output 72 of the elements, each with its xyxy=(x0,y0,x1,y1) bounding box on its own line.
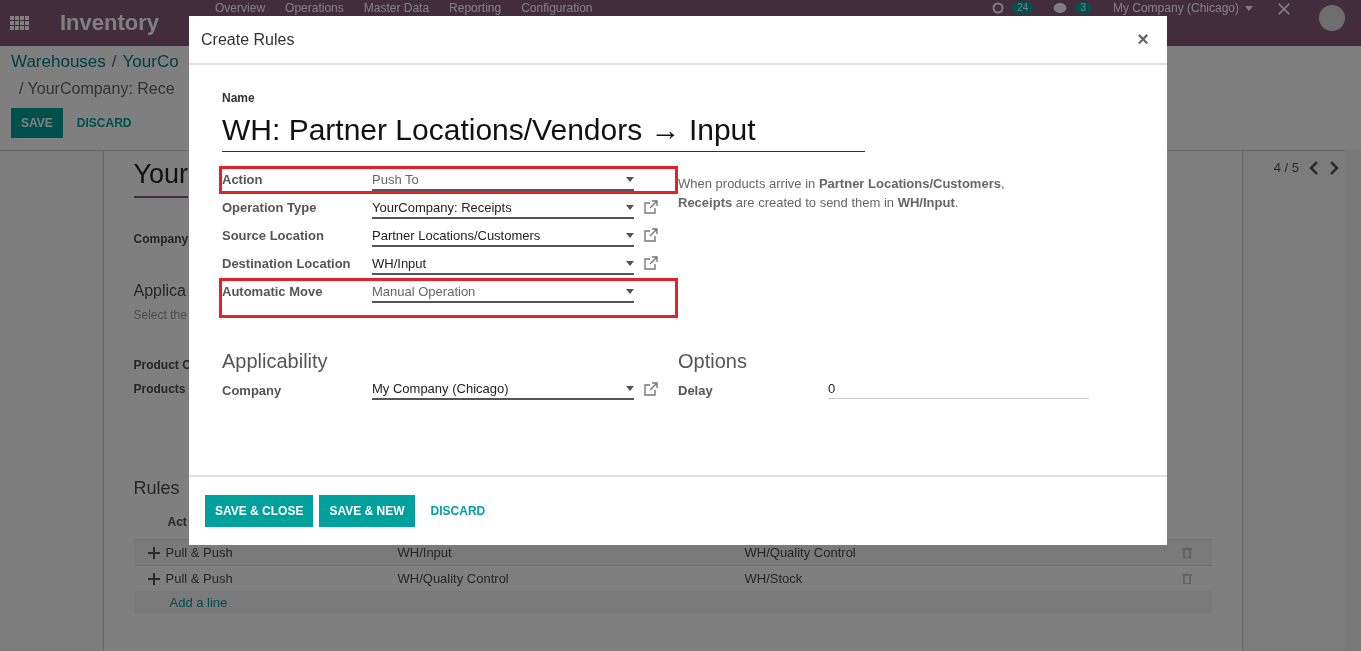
relation-field[interactable]: YourCompany: Receipts xyxy=(372,200,634,219)
breadcrumb-separator: / xyxy=(111,52,117,72)
scrollbar[interactable] xyxy=(1345,150,1361,651)
activity-count: 24 xyxy=(1012,2,1034,14)
table-cell-text: WH/Stock xyxy=(744,571,804,586)
activity-icon[interactable] xyxy=(992,2,1005,14)
dialog-title: Create Rules xyxy=(201,30,295,49)
close-button[interactable]: × xyxy=(1131,27,1155,52)
field-label: Source Location xyxy=(222,228,324,243)
field-label: Destination Location xyxy=(222,256,351,271)
field-label: Delay xyxy=(678,382,713,398)
menu-item[interactable]: Operations xyxy=(285,2,344,15)
primary-button[interactable]: SAVE & NEW xyxy=(319,495,415,527)
external-link-icon[interactable] xyxy=(644,381,658,396)
section-title: Options xyxy=(678,350,747,373)
field-label: Operation Type xyxy=(222,200,317,215)
breadcrumb-current: / YourCompany: Rece xyxy=(19,80,175,98)
apps-menu-icon[interactable] xyxy=(10,15,30,31)
section-title: Applicability xyxy=(222,350,328,373)
app-name: Inventory xyxy=(60,10,160,36)
section-title: Rules xyxy=(133,478,180,499)
user-avatar[interactable] xyxy=(1319,5,1345,31)
delay-field[interactable]: 0 xyxy=(828,381,1089,399)
caret-icon xyxy=(626,386,634,391)
table-cell: Pull & Push xyxy=(165,545,233,560)
tools-icon[interactable] xyxy=(1277,2,1291,16)
add-line-link[interactable]: Add a line xyxy=(133,591,1212,614)
breadcrumb-link[interactable]: Warehouses xyxy=(11,52,106,72)
field-label: Company xyxy=(222,383,282,398)
field-label: Name xyxy=(222,91,255,105)
field-label: Company xyxy=(133,232,189,246)
primary-button[interactable]: SAVE & CLOSE xyxy=(205,495,314,527)
field-label: Products xyxy=(133,382,186,396)
company-switcher[interactable]: My Company (Chicago) xyxy=(1112,2,1253,15)
table-cell-text: WH/Input xyxy=(397,545,453,560)
pager-count: 4 / 5 xyxy=(1273,160,1299,175)
menu-item[interactable]: Master Data xyxy=(363,2,430,15)
menu-item[interactable]: Configuration xyxy=(521,2,593,15)
table-cell-text: WH/Quality Control xyxy=(397,571,510,586)
menu-item[interactable]: Overview xyxy=(215,2,266,15)
relation-field[interactable]: WH/Input xyxy=(372,256,634,275)
drag-handle-icon[interactable] xyxy=(147,572,160,585)
breadcrumb-link[interactable]: YourCo xyxy=(122,52,179,72)
external-link-icon[interactable] xyxy=(644,228,658,242)
drag-handle-icon[interactable] xyxy=(147,546,160,559)
select-field[interactable]: Push To xyxy=(372,172,634,191)
caret-icon xyxy=(626,233,634,238)
discard-button[interactable]: DISCARD xyxy=(420,495,496,527)
save-button[interactable]: SAVE xyxy=(11,108,63,138)
caret-icon xyxy=(626,289,634,294)
chat-icon[interactable] xyxy=(1053,2,1068,14)
help-text: When products arrive in Partner Locations/Customers, Receipts are created to send them in WH/Input. xyxy=(678,175,1006,212)
field-label: Action xyxy=(222,172,263,187)
field-label: Automatic Move xyxy=(222,284,323,299)
next-icon[interactable] xyxy=(1329,160,1339,175)
caret-icon xyxy=(626,177,634,182)
caret-icon xyxy=(626,261,634,266)
previous-icon[interactable] xyxy=(1309,160,1319,175)
relation-field[interactable]: Partner Locations/Customers xyxy=(372,228,634,247)
caret-icon xyxy=(626,205,634,210)
table-cell-text: WH/Quality Control xyxy=(744,545,857,560)
record-title: Your xyxy=(133,159,188,198)
table-cell: Pull & Push xyxy=(165,571,233,586)
external-link-icon[interactable] xyxy=(644,200,658,214)
external-link-icon[interactable] xyxy=(644,256,658,270)
caret-icon xyxy=(1245,6,1253,11)
relation-field[interactable]: My Company (Chicago) xyxy=(372,381,634,400)
message-count: 3 xyxy=(1075,2,1091,14)
menu-item[interactable]: Reporting xyxy=(449,2,502,15)
section-title: Applica xyxy=(133,282,186,300)
select-field[interactable]: Manual Operation xyxy=(372,284,634,303)
discard-button[interactable]: DISCARD xyxy=(66,108,142,138)
